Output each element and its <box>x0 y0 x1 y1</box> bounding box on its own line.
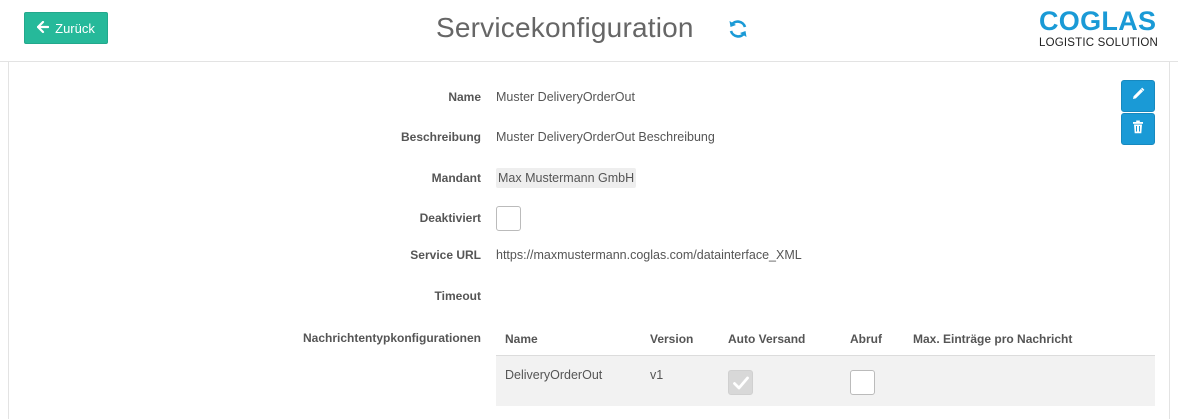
page-title: Servicekonfiguration <box>436 12 694 43</box>
row-name-cell: DeliveryOrderOut <box>505 368 603 382</box>
client-label: Mandant <box>431 171 481 185</box>
deactivated-label: Deaktiviert <box>419 211 481 225</box>
service-url-value: https://maxmustermann.coglas.com/dataint… <box>496 248 802 262</box>
content-border-left <box>8 62 9 419</box>
coglas-logo: COGLAS LOGISTIC SOLUTION <box>1036 6 1160 52</box>
column-header-max-entries: Max. Einträge pro Nachricht <box>913 332 1073 346</box>
edit-button[interactable] <box>1121 80 1155 112</box>
back-button-label: Zurück <box>55 20 95 36</box>
logo-main-text: COGLAS <box>1039 6 1157 36</box>
delete-button[interactable] <box>1121 113 1155 145</box>
timeout-label: Timeout <box>434 289 481 303</box>
column-header-fetch: Abruf <box>850 332 882 346</box>
name-label: Name <box>448 90 481 104</box>
fetch-checkbox[interactable] <box>850 370 875 395</box>
arrow-left-icon <box>37 20 50 35</box>
back-button[interactable]: Zurück <box>24 12 108 44</box>
row-version-cell: v1 <box>650 368 664 382</box>
pencil-icon <box>1131 87 1145 106</box>
column-header-auto-send: Auto Versand <box>728 332 806 346</box>
service-url-label: Service URL <box>410 248 481 262</box>
trash-icon <box>1132 120 1144 139</box>
auto-send-checkbox <box>728 370 753 395</box>
checkmark-icon <box>733 376 749 390</box>
table-row: DeliveryOrderOut v1 <box>496 356 1155 406</box>
description-label: Beschreibung <box>400 130 481 144</box>
column-header-name: Name <box>505 332 538 346</box>
content-border-right <box>1169 62 1170 419</box>
message-types-label: Nachrichtentypkonfigurationen <box>302 331 481 345</box>
refresh-icon[interactable] <box>727 18 749 40</box>
client-value: Max Mustermann GmbH <box>496 168 637 188</box>
deactivated-checkbox[interactable] <box>496 206 521 231</box>
name-value: Muster DeliveryOrderOut <box>496 90 635 104</box>
page-header: Zurück Servicekonfiguration COGLAS LOGIS… <box>0 0 1178 62</box>
logo-sub-text: LOGISTIC SOLUTION <box>1039 37 1159 49</box>
description-value: Muster DeliveryOrderOut Beschreibung <box>496 130 715 144</box>
column-header-version: Version <box>650 332 694 346</box>
